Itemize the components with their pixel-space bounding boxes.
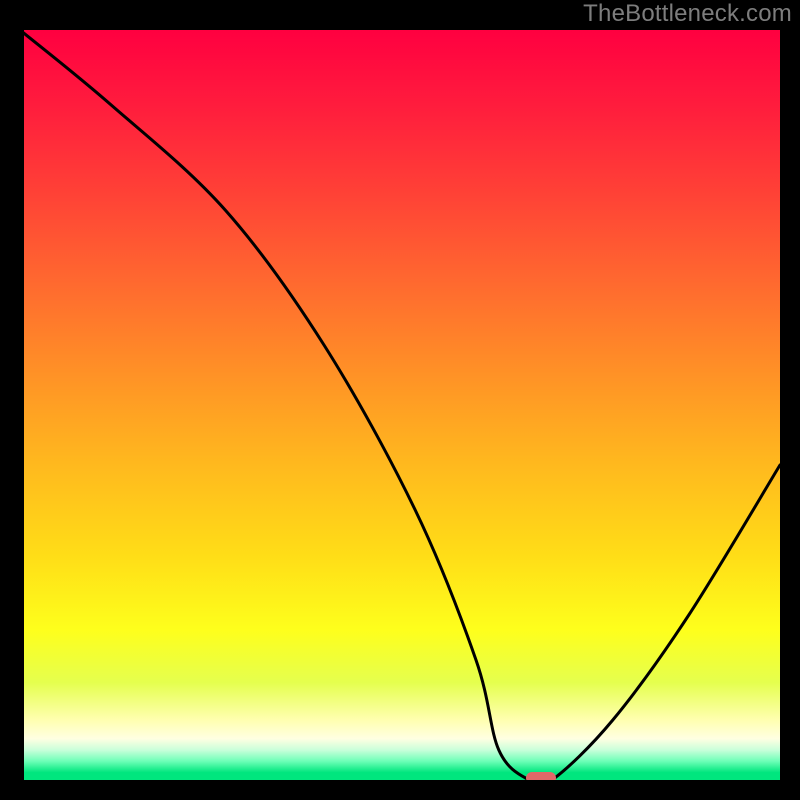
chart-canvas: TheBottleneck.com <box>0 0 800 800</box>
y-axis <box>20 30 24 780</box>
x-axis <box>20 780 780 784</box>
plot-area <box>20 30 780 780</box>
bottleneck-curve <box>20 30 780 780</box>
watermark-text: TheBottleneck.com <box>583 0 792 28</box>
